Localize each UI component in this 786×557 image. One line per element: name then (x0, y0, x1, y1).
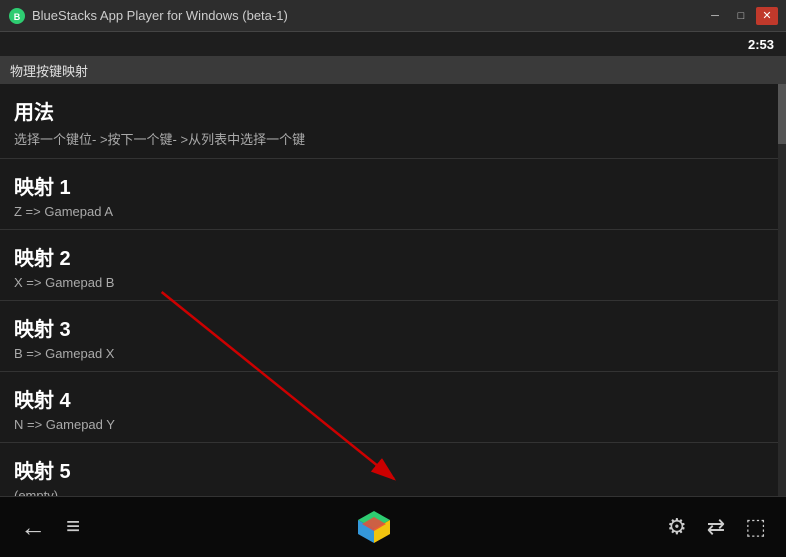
mapping-subtitle-2: X => Gamepad B (14, 275, 772, 290)
share-button[interactable]: ⇄ (707, 514, 725, 540)
mapping-title-5: 映射 5 (14, 455, 772, 484)
app-icon: B (8, 7, 26, 25)
sub-header-title: 物理按键映射 (10, 61, 88, 80)
minimize-button[interactable]: ─ (704, 7, 726, 25)
scrollbar-track[interactable] (778, 84, 786, 496)
window-title: BlueStacks App Player for Windows (beta-… (32, 8, 288, 23)
maximize-button[interactable]: □ (730, 7, 752, 25)
bluestacks-logo[interactable] (354, 507, 394, 547)
settings-button[interactable]: ⚙ (667, 514, 687, 540)
scrollbar-thumb[interactable] (778, 84, 786, 144)
sub-header: 物理按键映射 (0, 56, 786, 84)
usage-subtitle: 选择一个键位- >按下一个键- >从列表中选择一个键 (14, 129, 772, 148)
mapping-item-2[interactable]: 映射 2 X => Gamepad B (0, 230, 786, 301)
back-button[interactable]: ← (20, 512, 46, 543)
bottom-center (354, 507, 394, 547)
title-bar: B BlueStacks App Player for Windows (bet… (0, 0, 786, 32)
mapping-title-3: 映射 3 (14, 313, 772, 342)
usage-title: 用法 (14, 96, 772, 125)
mapping-item-1[interactable]: 映射 1 Z => Gamepad A (0, 159, 786, 230)
main-content[interactable]: 用法 选择一个键位- >按下一个键- >从列表中选择一个键 映射 1 Z => … (0, 84, 786, 496)
mapping-title-2: 映射 2 (14, 242, 772, 271)
screen-button[interactable]: ⬚ (745, 514, 766, 540)
title-bar-left: B BlueStacks App Player for Windows (bet… (8, 7, 288, 25)
mapping-title-4: 映射 4 (14, 384, 772, 413)
mapping-title-1: 映射 1 (14, 171, 772, 200)
usage-section: 用法 选择一个键位- >按下一个键- >从列表中选择一个键 (0, 84, 786, 159)
time-bar: 2:53 (0, 32, 786, 56)
svg-text:B: B (14, 12, 21, 22)
title-bar-controls: ─ □ ✕ (704, 7, 778, 25)
close-button[interactable]: ✕ (756, 7, 778, 25)
mapping-item-5[interactable]: 映射 5 (empty) (0, 443, 786, 496)
bottom-bar: ← ≡ ⚙ ⇄ ⬚ (0, 496, 786, 557)
mapping-subtitle-4: N => Gamepad Y (14, 417, 772, 432)
mapping-subtitle-1: Z => Gamepad A (14, 204, 772, 219)
menu-button[interactable]: ≡ (66, 513, 80, 541)
mapping-subtitle-3: B => Gamepad X (14, 346, 772, 361)
clock: 2:53 (748, 37, 774, 52)
mapping-subtitle-5: (empty) (14, 488, 772, 496)
mapping-item-4[interactable]: 映射 4 N => Gamepad Y (0, 372, 786, 443)
bottom-right: ⚙ ⇄ ⬚ (667, 514, 766, 540)
bottom-left: ← ≡ (20, 512, 80, 543)
mapping-item-3[interactable]: 映射 3 B => Gamepad X (0, 301, 786, 372)
